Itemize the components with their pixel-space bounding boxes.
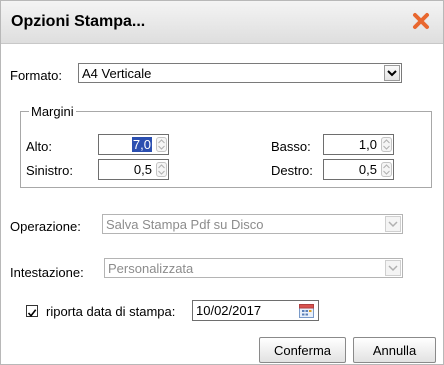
margin-top-spinner[interactable]: 7,0 bbox=[98, 134, 169, 155]
margin-bottom-label: Basso: bbox=[271, 139, 311, 154]
operation-select-value: Salva Stampa Pdf su Disco bbox=[106, 217, 264, 232]
header-select[interactable]: Personalizzata bbox=[104, 258, 403, 278]
close-icon[interactable] bbox=[409, 9, 433, 33]
print-date-field[interactable]: 10/02/2017 bbox=[192, 300, 319, 321]
margin-right-spinner[interactable]: 0,5 bbox=[323, 159, 394, 180]
checkmark-icon bbox=[27, 309, 37, 318]
margin-right-value: 0,5 bbox=[358, 162, 377, 177]
dialog-title-bar[interactable]: Opzioni Stampa... bbox=[1, 1, 443, 44]
chevron-down-icon[interactable] bbox=[384, 65, 400, 81]
dialog-title: Opzioni Stampa... bbox=[11, 13, 146, 30]
spinner-arrows-icon[interactable] bbox=[156, 137, 167, 152]
chevron-down-icon[interactable] bbox=[385, 216, 401, 232]
print-date-checkbox[interactable] bbox=[26, 305, 38, 318]
margin-left-label: Sinistro: bbox=[26, 163, 73, 178]
print-date-label: riporta data di stampa: bbox=[46, 304, 176, 319]
calendar-icon[interactable] bbox=[299, 303, 314, 318]
header-label: Intestazione: bbox=[10, 265, 84, 280]
margins-legend: Margini bbox=[31, 104, 74, 119]
margin-bottom-value: 1,0 bbox=[358, 137, 377, 152]
header-select-value: Personalizzata bbox=[108, 261, 194, 276]
margin-bottom-spinner[interactable]: 1,0 bbox=[323, 134, 394, 155]
spinner-arrows-icon[interactable] bbox=[156, 162, 167, 177]
spinner-arrows-icon[interactable] bbox=[381, 137, 392, 152]
cancel-button[interactable]: Annulla bbox=[353, 337, 436, 363]
margin-left-spinner[interactable]: 0,5 bbox=[98, 159, 169, 180]
format-label: Formato: bbox=[10, 68, 63, 83]
margin-top-label: Alto: bbox=[26, 139, 53, 154]
spinner-arrows-icon[interactable] bbox=[381, 162, 392, 177]
operation-select[interactable]: Salva Stampa Pdf su Disco bbox=[102, 214, 403, 234]
margin-top-value: 7,0 bbox=[131, 137, 152, 152]
format-select[interactable]: A4 Verticale bbox=[78, 63, 402, 83]
margin-left-value: 0,5 bbox=[133, 162, 152, 177]
print-options-dialog: Opzioni Stampa... Formato: A4 Verticale … bbox=[0, 0, 444, 365]
margin-right-label: Destro: bbox=[271, 163, 313, 178]
print-date-value: 10/02/2017 bbox=[196, 303, 262, 318]
chevron-down-icon[interactable] bbox=[385, 260, 401, 276]
operation-label: Operazione: bbox=[10, 219, 81, 234]
confirm-button[interactable]: Conferma bbox=[259, 337, 346, 363]
format-select-value: A4 Verticale bbox=[82, 66, 152, 81]
